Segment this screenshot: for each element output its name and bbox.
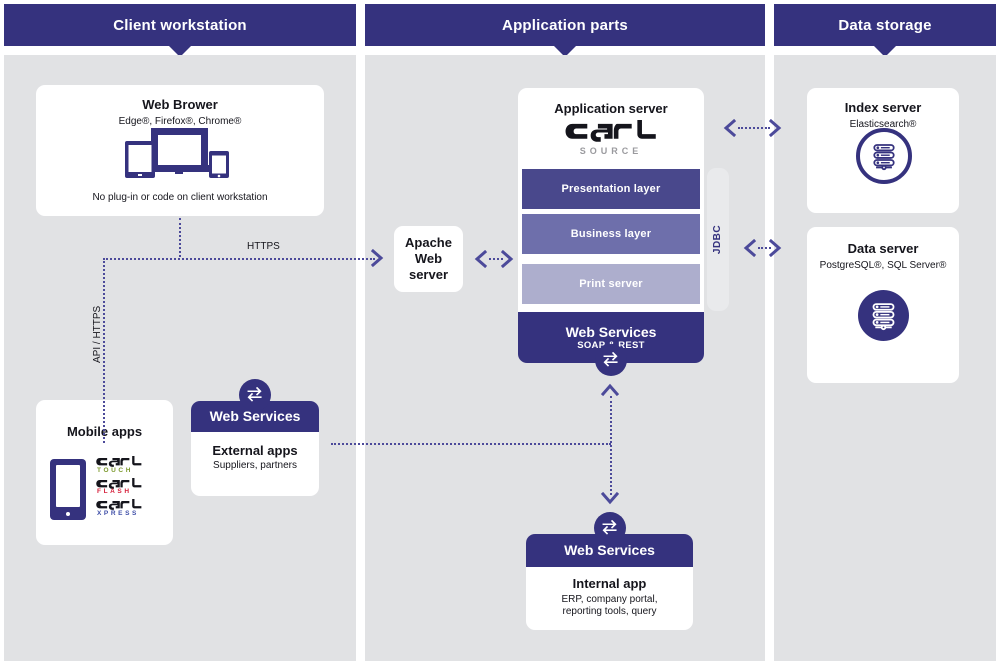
data-server-subtitle: PostgreSQL®, SQL Server® bbox=[819, 260, 947, 272]
carl-variant-label: FLASH bbox=[97, 488, 132, 495]
chevron-right-icon bbox=[370, 248, 385, 268]
chevron-left-icon bbox=[742, 238, 757, 258]
external-apps-subtitle: Suppliers, partners bbox=[213, 460, 297, 471]
architecture-diagram: Client workstation Application parts Dat… bbox=[0, 0, 1000, 666]
smartphone-icon bbox=[50, 459, 86, 520]
layer-print-server: Print server bbox=[522, 264, 700, 304]
internal-app-title: Internal app bbox=[572, 576, 647, 591]
database-stack-outline-icon bbox=[856, 128, 912, 184]
chevron-right-icon bbox=[768, 238, 783, 258]
list-item: FLASH bbox=[96, 477, 142, 495]
database-stack-filled-icon bbox=[858, 290, 909, 341]
exchange-icon bbox=[595, 344, 627, 376]
carl-variant-label: TOUCH bbox=[97, 466, 133, 474]
apache-web-server-card: Apache Web server bbox=[394, 226, 463, 292]
jdbc-label: JDBC bbox=[712, 224, 724, 255]
connector-external-apps-line bbox=[331, 443, 611, 445]
exchange-icon bbox=[239, 379, 271, 411]
external-apps-title: External apps bbox=[212, 443, 298, 458]
layer-presentation: Presentation layer bbox=[522, 169, 700, 209]
internal-app-subtitle-2: reporting tools, query bbox=[562, 606, 657, 617]
connector-appserver-index bbox=[738, 127, 770, 129]
jdbc-tab: JDBC bbox=[707, 168, 729, 311]
chevron-up-icon bbox=[600, 382, 620, 397]
carl-source-logo: SOURCE bbox=[518, 120, 704, 156]
web-services-label: Web Services bbox=[564, 542, 655, 559]
chevron-right-icon bbox=[768, 118, 783, 138]
carl-variant-label: XPRESS bbox=[97, 509, 139, 517]
apache-line-1: Apache bbox=[405, 234, 452, 250]
web-services-label: Web Services bbox=[565, 323, 657, 340]
devices-icon bbox=[125, 126, 235, 178]
layer-business: Business layer bbox=[522, 214, 700, 254]
api-https-label: API / HTTPS bbox=[92, 305, 103, 363]
carl-wordmark bbox=[565, 120, 656, 142]
application-server-title: Application server bbox=[554, 101, 668, 116]
chevron-left-icon bbox=[473, 249, 488, 269]
column-title: Client workstation bbox=[113, 16, 247, 34]
carl-source-sublabel: SOURCE bbox=[579, 146, 643, 156]
layer-label: Print server bbox=[579, 278, 643, 290]
column-title: Application parts bbox=[502, 16, 628, 34]
apache-line-2: Web bbox=[414, 250, 443, 266]
chevron-left-icon bbox=[722, 118, 737, 138]
connector-api-https-line bbox=[103, 258, 105, 443]
list-item: TOUCH bbox=[96, 456, 142, 474]
apache-line-3: server bbox=[408, 267, 449, 283]
connector-browser-down bbox=[179, 218, 181, 257]
exchange-icon bbox=[594, 512, 626, 544]
column-header-client: Client workstation bbox=[4, 4, 356, 46]
connector-https-line bbox=[103, 258, 375, 260]
layer-label: Presentation layer bbox=[561, 183, 661, 195]
column-header-storage: Data storage bbox=[774, 4, 996, 46]
layer-label: Business layer bbox=[570, 228, 652, 240]
column-header-app: Application parts bbox=[365, 4, 765, 46]
https-label: HTTPS bbox=[247, 241, 280, 252]
chevron-right-icon bbox=[500, 249, 515, 269]
mobile-app-logos: TOUCH FLASH XPRESS bbox=[96, 456, 142, 521]
web-browser-footnote: No plug-in or code on client workstation bbox=[92, 192, 268, 203]
list-item: XPRESS bbox=[96, 499, 142, 517]
web-browser-title: Web Brower bbox=[142, 97, 218, 112]
chevron-down-icon bbox=[600, 491, 620, 506]
data-server-title: Data server bbox=[847, 241, 919, 256]
index-server-title: Index server bbox=[844, 100, 922, 115]
web-browser-card: Web Brower Edge®, Firefox®, Chrome® No p… bbox=[36, 85, 324, 216]
connector-appserver-internal bbox=[610, 396, 612, 495]
column-title: Data storage bbox=[838, 16, 932, 34]
